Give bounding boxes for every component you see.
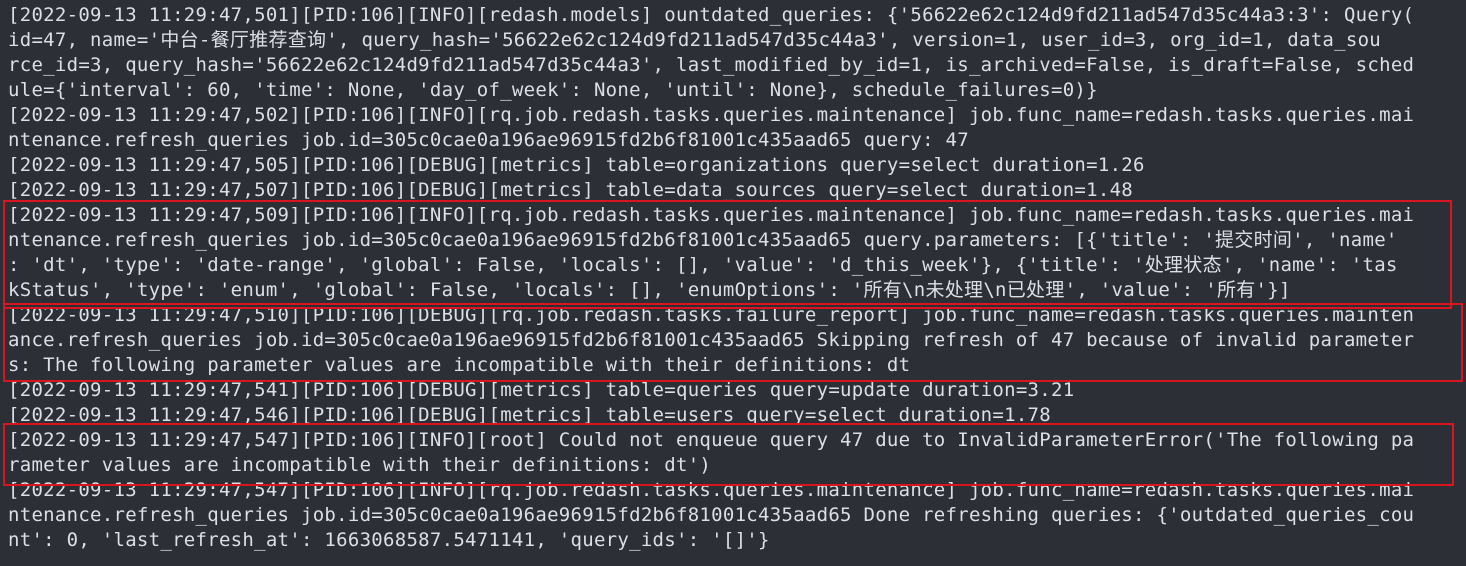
- log-line: rce_id=3, query_hash='56622e62c124d9fd21…: [8, 54, 1415, 76]
- log-line: s: The following parameter values are in…: [8, 354, 911, 376]
- log-line: ntenance.refresh_queries job.id=305c0cae…: [8, 229, 1398, 251]
- log-line: [2022-09-13 11:29:47,507][PID:106][DEBUG…: [8, 179, 1134, 201]
- log-line: : 'dt', 'type': 'date-range', 'global': …: [8, 254, 1398, 276]
- log-output[interactable]: [2022-09-13 11:29:47,501][PID:106][INFO]…: [8, 3, 1456, 553]
- log-line: rameter values are incompatible with the…: [8, 454, 712, 476]
- log-line: id=47, name='中台-餐厅推荐查询', query_hash='566…: [8, 29, 1382, 51]
- log-line: kStatus', 'type': 'enum', 'global': Fals…: [8, 279, 1291, 301]
- log-line: ntenance.refresh_queries job.id=305c0cae…: [8, 504, 1415, 526]
- log-line: [2022-09-13 11:29:47,505][PID:106][DEBUG…: [8, 154, 1145, 176]
- log-line: [2022-09-13 11:29:47,510][PID:106][DEBUG…: [8, 304, 1415, 326]
- log-line: [2022-09-13 11:29:47,541][PID:106][DEBUG…: [8, 379, 1075, 401]
- log-line: [2022-09-13 11:29:47,547][PID:106][INFO]…: [8, 429, 1415, 451]
- log-line: ance.refresh_queries job.id=305c0cae0a19…: [8, 329, 1415, 351]
- terminal-window[interactable]: [2022-09-13 11:29:47,501][PID:106][INFO]…: [0, 0, 1466, 566]
- log-line: [2022-09-13 11:29:47,546][PID:106][DEBUG…: [8, 404, 1051, 426]
- log-line: [2022-09-13 11:29:47,547][PID:106][INFO]…: [8, 479, 1415, 501]
- log-line: [2022-09-13 11:29:47,509][PID:106][INFO]…: [8, 204, 1415, 226]
- log-line: [2022-09-13 11:29:47,501][PID:106][INFO]…: [8, 4, 1415, 26]
- log-line: ule={'interval': 60, 'time': None, 'day_…: [8, 79, 1098, 101]
- log-line: ntenance.refresh_queries job.id=305c0cae…: [8, 129, 969, 151]
- log-line: [2022-09-13 11:29:47,502][PID:106][INFO]…: [8, 104, 1415, 126]
- log-line: nt': 0, 'last_refresh_at': 1663068587.54…: [8, 529, 770, 551]
